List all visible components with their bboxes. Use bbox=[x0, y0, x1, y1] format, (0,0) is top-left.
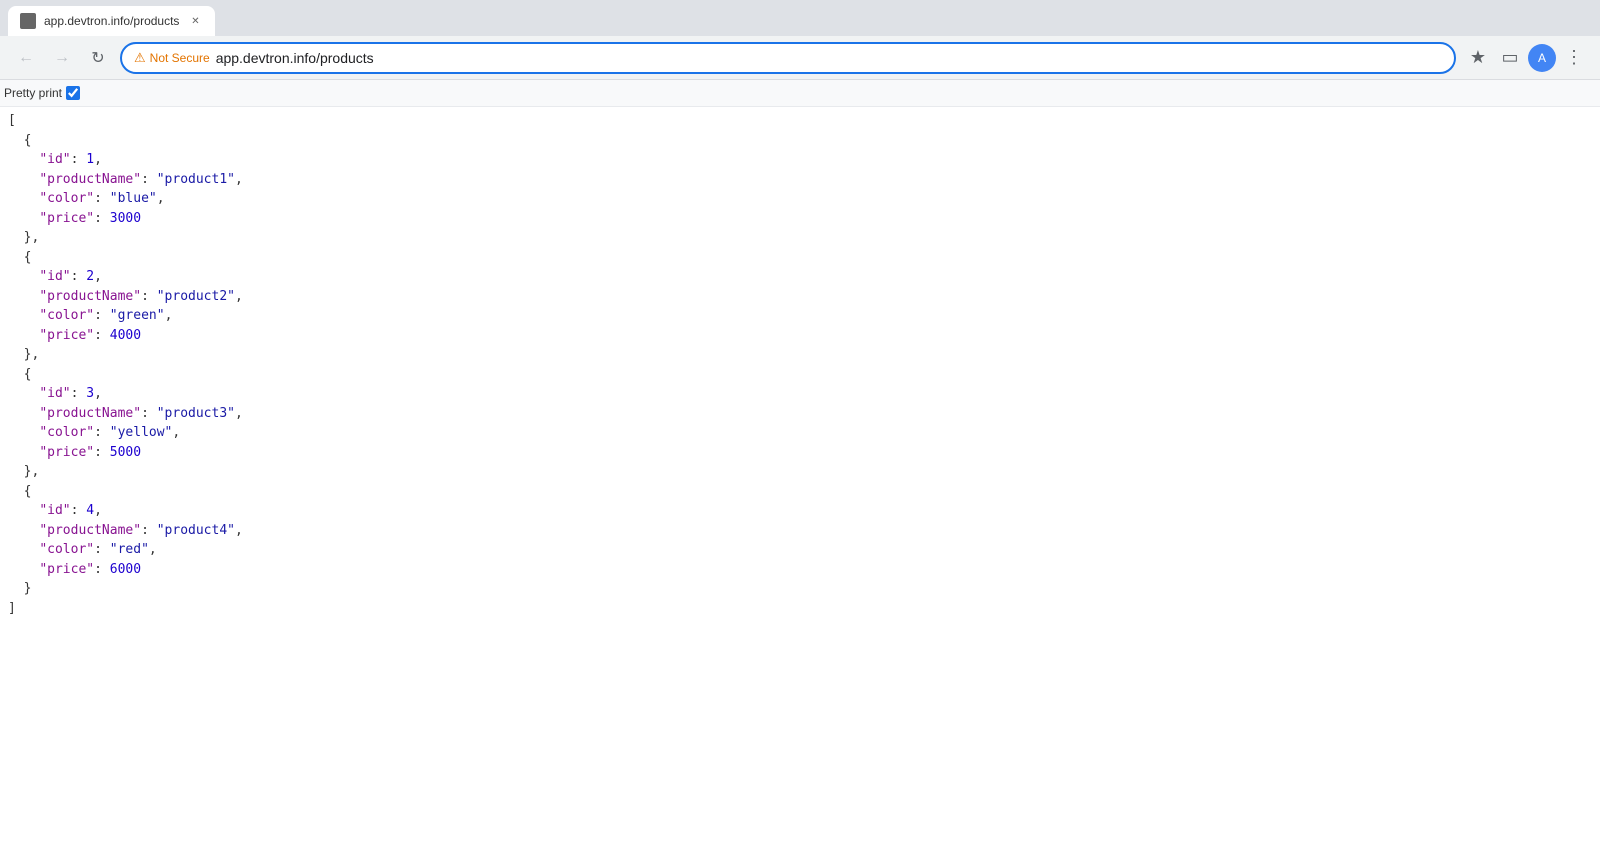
pretty-print-checkbox[interactable] bbox=[66, 86, 80, 100]
active-tab[interactable]: app.devtron.info/products ✕ bbox=[8, 6, 215, 36]
tab-close-button[interactable]: ✕ bbox=[187, 13, 203, 29]
avatar-initial: A bbox=[1538, 51, 1546, 65]
tab-bar: app.devtron.info/products ✕ bbox=[0, 0, 1600, 36]
profile-avatar[interactable]: A bbox=[1528, 44, 1556, 72]
toolbar-actions: ★ ▭ A ⋮ bbox=[1464, 44, 1588, 72]
warning-icon: ⚠ bbox=[134, 50, 146, 66]
browser-chrome: app.devtron.info/products ✕ ← → ↻ ⚠ Not … bbox=[0, 0, 1600, 80]
page-content: Pretty print [ { "id": 1, "productName":… bbox=[0, 80, 1600, 866]
tab-favicon bbox=[20, 13, 36, 29]
not-secure-label: Not Secure bbox=[150, 51, 210, 65]
bookmark-button[interactable]: ★ bbox=[1464, 44, 1492, 72]
reload-button[interactable]: ↻ bbox=[84, 44, 112, 72]
address-bar[interactable]: ⚠ Not Secure bbox=[120, 42, 1456, 74]
menu-icon: ⋮ bbox=[1565, 47, 1583, 68]
menu-button[interactable]: ⋮ bbox=[1560, 44, 1588, 72]
extensions-button[interactable]: ▭ bbox=[1496, 44, 1524, 72]
star-icon: ★ bbox=[1470, 47, 1486, 68]
pretty-print-label: Pretty print bbox=[4, 86, 62, 100]
back-button[interactable]: ← bbox=[12, 44, 40, 72]
json-output: [ { "id": 1, "productName": "product1", … bbox=[0, 107, 1600, 622]
forward-button[interactable]: → bbox=[48, 44, 76, 72]
extensions-icon: ▭ bbox=[1501, 47, 1518, 68]
browser-toolbar: ← → ↻ ⚠ Not Secure ★ ▭ A ⋮ bbox=[0, 36, 1600, 80]
security-indicator: ⚠ Not Secure bbox=[134, 50, 210, 66]
pretty-print-bar: Pretty print bbox=[0, 80, 1600, 107]
tab-title: app.devtron.info/products bbox=[44, 14, 179, 28]
url-input[interactable] bbox=[216, 50, 1442, 66]
